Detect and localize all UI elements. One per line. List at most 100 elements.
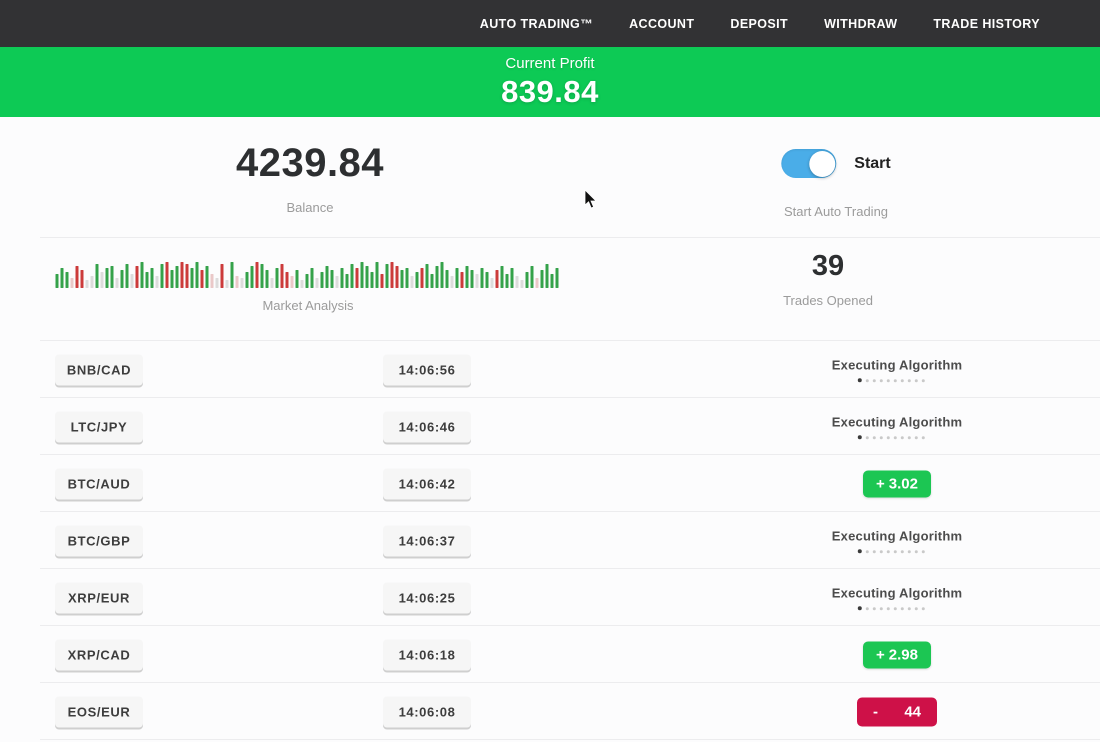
auto-trading-toggle[interactable] xyxy=(781,149,836,178)
loader-dot xyxy=(887,607,890,610)
nav-item-account[interactable]: ACCOUNT xyxy=(629,17,694,31)
pair-badge[interactable]: BTC/GBP xyxy=(55,525,143,556)
loader-dot xyxy=(873,436,876,439)
nav-item-withdraw[interactable]: WITHDRAW xyxy=(824,17,897,31)
pair-badge[interactable]: EOS/EUR xyxy=(55,696,143,727)
market-bar xyxy=(66,272,69,288)
market-bar xyxy=(86,280,89,288)
market-bar xyxy=(106,268,109,288)
market-bar xyxy=(416,272,419,288)
market-bar xyxy=(226,280,229,288)
time-badge[interactable]: 14:06:08 xyxy=(383,696,471,727)
market-section: Market Analysis 39 Trades Opened xyxy=(0,238,1100,341)
loader-dot xyxy=(901,550,904,553)
trade-status: +3.02 xyxy=(863,470,931,497)
current-profit-label: Current Profit xyxy=(0,55,1100,72)
time-badge[interactable]: 14:06:42 xyxy=(383,468,471,499)
market-bar xyxy=(291,276,294,288)
market-bar xyxy=(171,270,174,288)
market-bar xyxy=(351,264,354,288)
market-bar xyxy=(446,270,449,288)
market-bar xyxy=(421,268,424,288)
market-bar xyxy=(311,268,314,288)
loader-dot xyxy=(915,436,918,439)
loader-dot xyxy=(873,550,876,553)
pair-badge[interactable]: LTC/JPY xyxy=(55,411,143,442)
market-bar xyxy=(246,272,249,288)
table-row: BNB/CAD 14:06:56 Executing Algorithm xyxy=(0,341,1100,398)
time-badge[interactable]: 14:06:46 xyxy=(383,411,471,442)
time-badge[interactable]: 14:06:18 xyxy=(383,639,471,670)
market-bar xyxy=(216,278,219,288)
market-bar xyxy=(136,266,139,288)
loader-dot xyxy=(880,607,883,610)
trades-opened-block: 39 Trades Opened xyxy=(783,250,873,308)
loss-badge: -44 xyxy=(857,697,937,726)
loader-dot xyxy=(873,607,876,610)
market-bar xyxy=(361,262,364,288)
nav-item-auto-trading[interactable]: AUTO TRADING™ xyxy=(480,17,593,31)
market-bar xyxy=(401,270,404,288)
market-bar xyxy=(116,278,119,288)
market-bar xyxy=(141,262,144,288)
loader-dot xyxy=(866,436,869,439)
loader-dot xyxy=(866,550,869,553)
loading-dots xyxy=(826,550,956,554)
market-bar xyxy=(346,274,349,288)
nav-item-deposit[interactable]: DEPOSIT xyxy=(730,17,788,31)
balance-block: 4239.84 Balance xyxy=(236,141,384,215)
table-row: LTC/JPY 14:06:46 Executing Algorithm xyxy=(0,398,1100,455)
auto-trading-label: Start Auto Trading xyxy=(781,204,890,219)
market-bar xyxy=(81,270,84,288)
market-bar xyxy=(301,280,304,288)
market-bar xyxy=(186,264,189,288)
market-bar xyxy=(236,276,239,288)
current-profit-banner: Current Profit 839.84 xyxy=(0,47,1100,117)
pair-badge[interactable]: BNB/CAD xyxy=(55,354,143,385)
market-bar xyxy=(336,276,339,288)
market-bar xyxy=(131,274,134,288)
market-bar xyxy=(321,272,324,288)
pair-badge[interactable]: BTC/AUD xyxy=(55,468,143,499)
pair-badge[interactable]: XRP/EUR xyxy=(55,582,143,613)
time-badge[interactable]: 14:06:25 xyxy=(383,582,471,613)
market-bar xyxy=(391,262,394,288)
loading-dots xyxy=(826,607,956,611)
market-bar xyxy=(256,262,259,288)
loader-dot xyxy=(880,436,883,439)
loader-dot xyxy=(901,379,904,382)
market-bar xyxy=(211,274,214,288)
time-badge[interactable]: 14:06:37 xyxy=(383,525,471,556)
market-bar xyxy=(551,274,554,288)
balance-value: 4239.84 xyxy=(236,141,384,186)
loader-dot xyxy=(866,607,869,610)
market-bar xyxy=(221,264,224,288)
market-bar xyxy=(496,270,499,288)
market-bar xyxy=(101,272,104,288)
market-bar xyxy=(296,270,299,288)
loader-dot xyxy=(915,550,918,553)
loader-dot xyxy=(901,436,904,439)
market-bar xyxy=(161,264,164,288)
table-row: BTC/GBP 14:06:37 Executing Algorithm xyxy=(0,512,1100,569)
market-bar xyxy=(406,268,409,288)
market-bar xyxy=(276,268,279,288)
trade-status: Executing Algorithm xyxy=(832,585,962,611)
market-bar xyxy=(266,270,269,288)
market-bar xyxy=(491,278,494,288)
pair-badge[interactable]: XRP/CAD xyxy=(55,639,143,670)
trade-status: Executing Algorithm xyxy=(832,528,962,554)
market-bar xyxy=(71,278,74,288)
market-bar xyxy=(546,264,549,288)
profit-badge: +2.98 xyxy=(863,641,931,668)
market-bar xyxy=(61,268,64,288)
market-bar xyxy=(126,264,129,288)
market-bar xyxy=(331,270,334,288)
time-badge[interactable]: 14:06:56 xyxy=(383,354,471,385)
market-bar xyxy=(196,262,199,288)
nav-item-trade-history[interactable]: TRADE HISTORY xyxy=(933,17,1040,31)
market-bar xyxy=(556,268,559,288)
market-bar xyxy=(251,266,254,288)
market-bar xyxy=(431,274,434,288)
loader-dot xyxy=(922,550,925,553)
